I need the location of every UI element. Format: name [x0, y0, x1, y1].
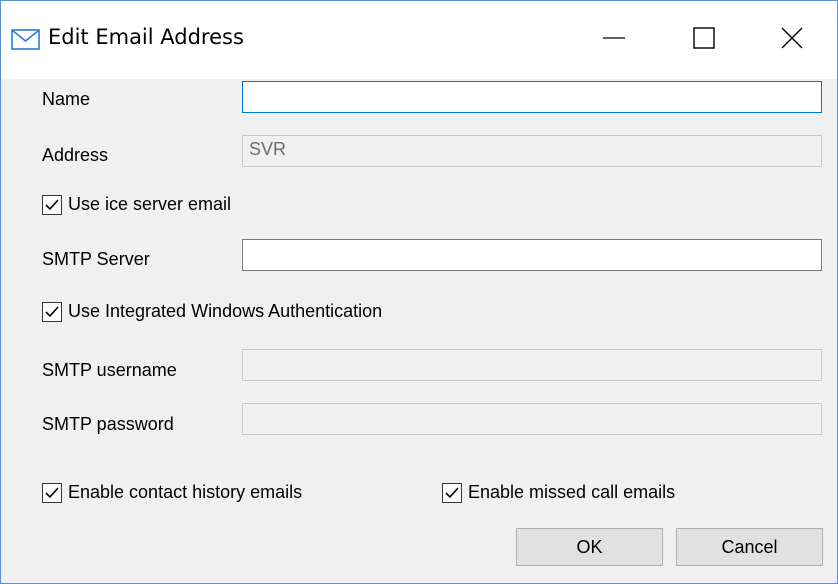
enable-missed-call-emails-label: Enable missed call emails [468, 482, 676, 502]
close-icon [781, 27, 803, 54]
use-ice-server-email-label: Use ice server email [68, 194, 232, 214]
cancel-button[interactable]: Cancel [676, 528, 823, 566]
checkbox-box[interactable] [442, 482, 462, 503]
title-bar[interactable]: Edit Email Address [1, 1, 837, 79]
minimize-button[interactable] [569, 1, 659, 79]
use-ice-server-email-checkbox[interactable]: Use ice server email [42, 194, 231, 215]
close-button[interactable] [747, 1, 837, 79]
address-field[interactable]: SVR [242, 135, 822, 167]
name-label: Name [42, 89, 91, 109]
enable-contact-history-emails-label: Enable contact history emails [68, 482, 303, 502]
enable-missed-call-emails-checkbox[interactable]: Enable missed call emails [442, 482, 675, 503]
ok-button[interactable]: OK [516, 528, 663, 566]
maximize-button[interactable] [659, 1, 749, 79]
checkbox-box[interactable] [42, 301, 62, 322]
checkbox-box[interactable] [42, 482, 62, 503]
smtp-username-label: SMTP username [42, 360, 177, 380]
dialog-title: Edit Email Address [48, 25, 244, 49]
edit-email-dialog: Edit Email Address Name Address SVR Use … [0, 0, 838, 584]
smtp-server-label: SMTP Server [42, 249, 150, 269]
smtp-password-label: SMTP password [42, 414, 174, 434]
mail-icon [11, 28, 41, 52]
smtp-server-field[interactable] [242, 239, 822, 271]
maximize-icon [693, 26, 715, 54]
name-field[interactable] [242, 81, 822, 113]
use-integrated-windows-auth-label: Use Integrated Windows Authentication [68, 301, 383, 321]
address-label: Address [42, 145, 109, 165]
smtp-username-field[interactable] [242, 349, 822, 381]
minimize-icon [602, 26, 626, 55]
smtp-password-field[interactable] [242, 403, 822, 435]
checkbox-box[interactable] [42, 194, 62, 215]
enable-contact-history-emails-checkbox[interactable]: Enable contact history emails [42, 482, 302, 503]
use-integrated-windows-auth-checkbox[interactable]: Use Integrated Windows Authentication [42, 301, 382, 322]
